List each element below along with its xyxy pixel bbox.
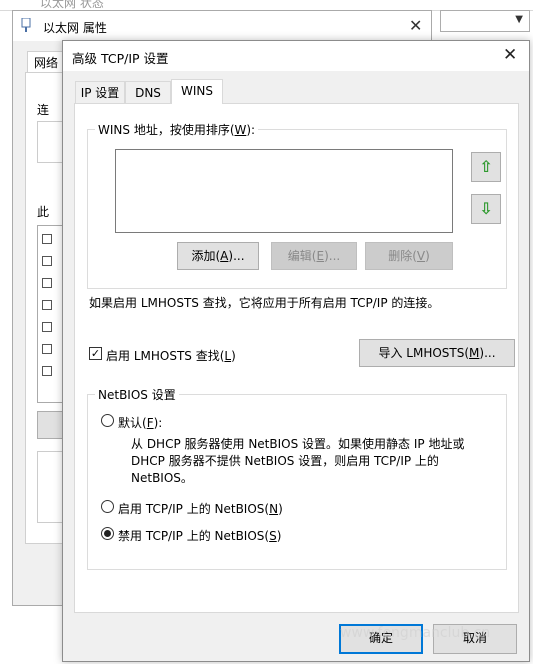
wins-address-list[interactable] — [115, 149, 453, 233]
move-down-button[interactable]: ⇩ — [471, 194, 501, 224]
bg-item-checkbox[interactable] — [42, 366, 52, 376]
bg-item-checkbox[interactable] — [42, 300, 52, 310]
lmhosts-info-text: 如果启用 LMHOSTS 查找，它将应用于所有启用 TCP/IP 的连接。 — [89, 296, 440, 310]
wins-address-group-label: WINS 地址，按使用排序(W): — [95, 121, 259, 138]
netbios-disable-label[interactable]: 禁用 TCP/IP 上的 NetBIOS(S) — [118, 527, 281, 544]
netbios-default-radio[interactable] — [101, 414, 114, 427]
netbios-group-label: NetBIOS 设置 — [95, 386, 179, 403]
netbios-enable-radio[interactable] — [101, 500, 114, 513]
arrow-down-icon: ⇩ — [479, 199, 493, 218]
netbios-default-label[interactable]: 默认(F): — [118, 414, 162, 431]
netbios-enable-label[interactable]: 启用 TCP/IP 上的 NetBIOS(N) — [118, 500, 283, 517]
arrow-up-icon: ⇧ — [479, 157, 493, 176]
advanced-tcpip-dialog: 高级 TCP/IP 设置 ✕ IP 设置 DNS WINS WINS 地址，按使… — [62, 40, 530, 662]
tab-dns[interactable]: DNS — [125, 81, 171, 103]
add-button[interactable]: 添加(A)... — [177, 242, 259, 270]
lmhosts-checkbox[interactable]: ✓ — [89, 347, 102, 360]
wins-tab-panel: WINS 地址，按使用排序(W): ⇧ ⇩ 添加(A)... 编辑(E)... … — [74, 103, 519, 613]
tab-wins[interactable]: WINS — [171, 79, 223, 104]
import-lmhosts-button[interactable]: 导入 LMHOSTS(M)... — [359, 339, 515, 367]
dialog-titlebar: 高级 TCP/IP 设置 ✕ — [63, 41, 529, 71]
network-adapter-icon — [21, 18, 31, 32]
edit-button[interactable]: 编辑(E)... — [271, 242, 357, 270]
close-icon[interactable]: ✕ — [409, 16, 422, 35]
delete-button[interactable]: 删除(V) — [365, 242, 453, 270]
bg-properties-title: 以太网 属性 — [43, 21, 107, 35]
dialog-title: 高级 TCP/IP 设置 — [72, 51, 169, 66]
bg-properties-titlebar: 以太网 属性 ✕ — [13, 11, 431, 41]
netbios-default-description: 从 DHCP 服务器使用 NetBIOS 设置。如果使用静态 IP 地址或 DH… — [131, 437, 465, 485]
tab-ip-settings[interactable]: IP 设置 — [75, 81, 125, 103]
bg-dropdown[interactable]: ▼ — [440, 10, 530, 32]
bg-item-checkbox[interactable] — [42, 344, 52, 354]
bg-connect-label: 连 — [37, 103, 50, 117]
bg-item-checkbox[interactable] — [42, 234, 52, 244]
move-up-button[interactable]: ⇧ — [471, 152, 501, 182]
bg-item-checkbox[interactable] — [42, 322, 52, 332]
bg-tab-network[interactable]: 网络 — [27, 51, 65, 74]
netbios-disable-radio[interactable] — [101, 527, 114, 540]
close-icon[interactable]: ✕ — [503, 45, 517, 65]
chevron-down-icon: ▼ — [515, 14, 523, 25]
lmhosts-checkbox-label[interactable]: 启用 LMHOSTS 查找(L) — [106, 347, 236, 364]
watermark: www.fengmanclub.cn — [340, 625, 491, 641]
bg-item-checkbox[interactable] — [42, 256, 52, 266]
bg-item-checkbox[interactable] — [42, 278, 52, 288]
bg-items-label: 此 — [37, 205, 50, 219]
